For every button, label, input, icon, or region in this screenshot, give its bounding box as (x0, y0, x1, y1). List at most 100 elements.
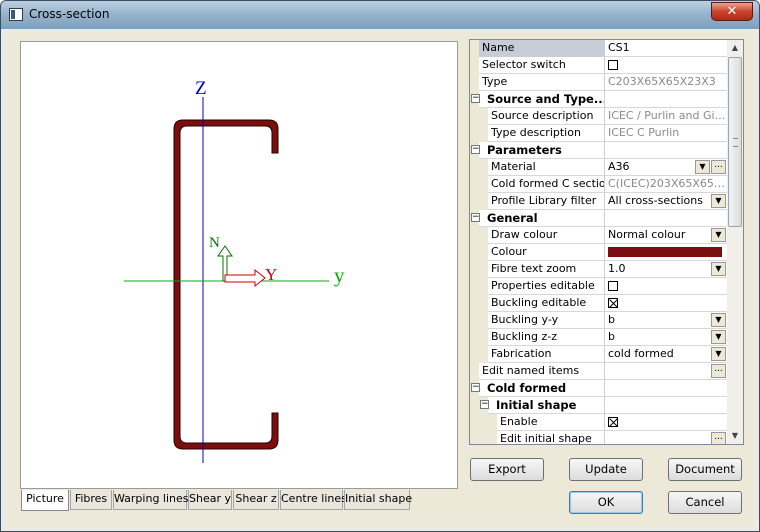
property-value-text: All cross-sections (608, 194, 703, 207)
dropdown-arrow-icon[interactable]: ▼ (711, 330, 726, 344)
row-gutter (470, 278, 488, 295)
collapse-icon[interactable]: − (471, 94, 480, 103)
tab-initial-shape[interactable]: Initial shape (344, 490, 412, 510)
property-name: Enable (497, 414, 605, 431)
collapse-icon[interactable]: − (480, 400, 489, 409)
property-row-name[interactable]: Name CS1 (470, 40, 727, 57)
y-arrow-label: Y (265, 265, 277, 284)
colour-swatch[interactable] (608, 247, 722, 257)
dropdown-arrow-icon[interactable]: ▼ (711, 194, 726, 208)
collapse-icon[interactable]: − (471, 145, 480, 154)
dropdown-arrow-icon[interactable]: ▼ (711, 313, 726, 327)
property-row-edit-named-items[interactable]: Edit named items... (470, 363, 727, 380)
tab-shear-y[interactable]: Shear y (188, 490, 232, 510)
property-value[interactable]: CS1 (605, 40, 727, 57)
checkbox-icon[interactable] (608, 60, 618, 70)
property-value[interactable]: All cross-sections ▼ (605, 193, 727, 210)
property-row-type-description[interactable]: Type description ICEC C Purlin (470, 125, 727, 142)
property-row-selector-switch[interactable]: Selector switch (470, 57, 727, 74)
property-value[interactable] (605, 244, 727, 261)
property-value[interactable]: ... (605, 363, 727, 380)
property-row-properties-editable[interactable]: Properties editable (470, 278, 727, 295)
property-value-text: ICEC C Purlin (608, 126, 680, 139)
row-gutter (470, 108, 488, 125)
property-name: Cold formed (484, 380, 605, 397)
row-gutter (470, 329, 488, 346)
property-value-text: cold formed (608, 347, 674, 360)
cross-section-picture: Z y N Y (124, 78, 345, 463)
ok-button[interactable]: OK (569, 491, 643, 514)
property-value[interactable]: Normal colour ▼ (605, 227, 727, 244)
title-bar[interactable]: Cross-section ✕ (1, 1, 759, 29)
cross-section-dialog: Cross-section ✕ Z y N Y Picture Fibres War… (0, 0, 760, 532)
property-name: Type description (488, 125, 605, 142)
property-value[interactable]: b ▼ (605, 312, 727, 329)
property-name: Edit initial shape (497, 431, 605, 444)
row-gutter (470, 57, 479, 74)
property-value[interactable]: 1.0 ▼ (605, 261, 727, 278)
checkbox-checked-icon[interactable] (608, 298, 618, 308)
tab-shear-z[interactable]: Shear z (233, 490, 279, 510)
section-general[interactable]: − General (470, 210, 727, 227)
property-value[interactable]: ... (605, 431, 727, 444)
tab-picture[interactable]: Picture (21, 490, 69, 511)
property-value[interactable]: cold formed ▼ (605, 346, 727, 363)
section-parameters[interactable]: − Parameters (470, 142, 727, 159)
checkbox-icon[interactable] (608, 281, 618, 291)
collapse-icon[interactable]: − (471, 383, 480, 392)
property-row-enable[interactable]: Enable (470, 414, 727, 431)
dropdown-arrow-icon[interactable]: ▼ (711, 262, 726, 276)
property-value[interactable] (605, 414, 727, 431)
close-button[interactable]: ✕ (711, 2, 753, 21)
tab-warping-lines[interactable]: Warping lines (113, 490, 189, 510)
section-initial-shape[interactable]: − Initial shape (470, 397, 727, 414)
row-gutter (470, 244, 488, 261)
document-button[interactable]: Document (668, 458, 742, 481)
property-value[interactable]: b ▼ (605, 329, 727, 346)
property-value[interactable] (605, 278, 727, 295)
dropdown-arrow-icon[interactable]: ▼ (711, 347, 726, 361)
checkbox-checked-icon[interactable] (608, 417, 618, 427)
property-row-buckling-editable[interactable]: Buckling editable (470, 295, 727, 312)
property-value: ICEC / Purlin and Girt... (605, 108, 727, 125)
property-row-type[interactable]: Type C203X65X65X23X3 (470, 74, 727, 91)
export-button[interactable]: Export (470, 458, 544, 481)
property-row-colour[interactable]: Colour (470, 244, 727, 261)
dropdown-arrow-icon[interactable]: ▼ (695, 160, 710, 174)
section-source-and-type[interactable]: − Source and Type... (470, 91, 727, 108)
ellipsis-button[interactable]: ... (711, 432, 726, 444)
collapse-icon[interactable]: − (471, 213, 480, 222)
property-row-draw-colour[interactable]: Draw colour Normal colour ▼ (470, 227, 727, 244)
property-value[interactable] (605, 57, 727, 74)
property-value[interactable] (605, 295, 727, 312)
section-cold-formed[interactable]: − Cold formed (470, 380, 727, 397)
property-row-buckling-y-y[interactable]: Buckling y-y b ▼ (470, 312, 727, 329)
grid-scrollbar[interactable]: ▲ ▼ (727, 40, 743, 444)
property-row-material[interactable]: Material A36 ▼... (470, 159, 727, 176)
property-row-buckling-z-z[interactable]: Buckling z-z b ▼ (470, 329, 727, 346)
tab-fibres[interactable]: Fibres (70, 490, 112, 510)
property-value: C203X65X65X23X3 (605, 74, 727, 91)
scroll-down-icon[interactable]: ▼ (727, 428, 743, 444)
row-gutter (470, 40, 479, 57)
property-value[interactable]: A36 ▼... (605, 159, 727, 176)
property-name: General (484, 210, 605, 227)
property-row-fibre-text-zoom[interactable]: Fibre text zoom 1.0 ▼ (470, 261, 727, 278)
property-row-profile-library-filter[interactable]: Profile Library filter All cross-sections… (470, 193, 727, 210)
ellipsis-button[interactable]: ... (711, 364, 726, 378)
cancel-button[interactable]: Cancel (668, 491, 742, 514)
property-value-text: C203X65X65X23X3 (608, 75, 716, 88)
property-value-text: b (608, 313, 615, 326)
property-row-cold-formed-c-sections[interactable]: Cold formed C sectionsC(ICEC)203X65X65X.… (470, 176, 727, 193)
property-row-source-description[interactable]: Source description ICEC / Purlin and Girt… (470, 108, 727, 125)
scroll-up-icon[interactable]: ▲ (727, 40, 743, 56)
row-gutter (470, 159, 488, 176)
ellipsis-button[interactable]: ... (711, 160, 726, 174)
property-name: Type (479, 74, 605, 91)
tab-centre-lines[interactable]: Centre lines (280, 490, 347, 510)
property-row-fabrication[interactable]: Fabrication cold formed ▼ (470, 346, 727, 363)
dropdown-arrow-icon[interactable]: ▼ (711, 228, 726, 242)
scroll-thumb[interactable] (728, 57, 742, 227)
property-row-edit-initial-shape[interactable]: Edit initial shape... (470, 431, 727, 444)
update-button[interactable]: Update (569, 458, 643, 481)
